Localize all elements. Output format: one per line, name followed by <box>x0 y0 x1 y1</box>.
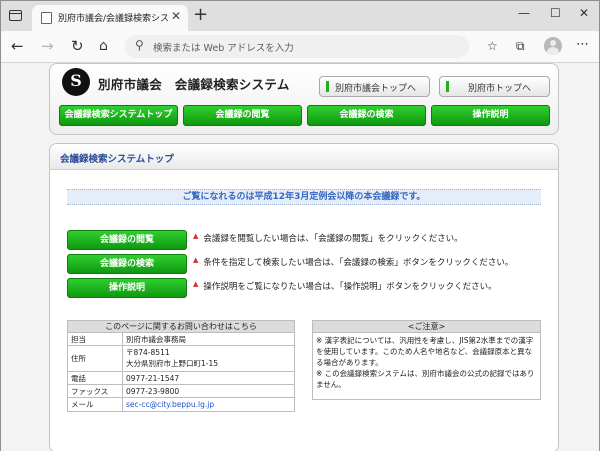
search-records-button[interactable]: 会議録の検索 <box>67 254 187 274</box>
page-viewport: S 別府市議会 会議録検索システム 別府市議会トップへ 別府市トップへ 会議録検… <box>1 63 599 451</box>
search-description: ▲ 条件を指定して検索したい場合は、「会議録の検索」ボタンをクリックください。 <box>193 256 514 268</box>
search-icon: ⚲ <box>135 38 144 52</box>
favorites-icon[interactable]: ☆ <box>487 39 498 53</box>
table-row: 住所 〒874-8511 大分県別府市上野口町1-15 <box>68 346 294 372</box>
browse-records-button[interactable]: 会議録の閲覧 <box>67 230 187 250</box>
tab-title: 別府市議会/会議録検索システム <box>58 14 170 24</box>
back-icon[interactable]: ← <box>11 36 24 56</box>
table-row: ファックス 0977-23-9800 <box>68 385 294 398</box>
help-button[interactable]: 操作説明 <box>67 278 187 298</box>
site-header: S 別府市議会 会議録検索システム 別府市議会トップへ 別府市トップへ 会議録検… <box>49 63 559 135</box>
site-title: 別府市議会 会議録検索システム <box>98 77 290 92</box>
table-row: 電話 0977-21-1547 <box>68 372 294 385</box>
bullet-mark-icon: ▲ <box>193 232 199 240</box>
city-top-link[interactable]: 別府市トップへ <box>439 76 550 97</box>
city-logo-icon: S <box>62 68 90 96</box>
email-link[interactable]: sec-cc@city.beppu.lg.jp <box>126 400 214 409</box>
contact-table: このページに関するお問い合わせはこちら 担当 別府市議会事務局 住所 〒874-… <box>67 320 295 412</box>
maximize-icon[interactable]: ☐ <box>550 6 561 20</box>
help-description: ▲ 操作説明をご覧になりたい場合は、「操作説明」ボタンをクリックください。 <box>193 280 497 292</box>
navigation-bar: ← → ↻ ⌂ ⚲ 検索または Web アドレスを入力 ☆ ⧉ ⋯ <box>1 31 599 63</box>
browser-window: 別府市議会/会議録検索システム ✕ + — ☐ ✕ ← → ↻ ⌂ ⚲ 検索また… <box>0 0 600 451</box>
table-row: 担当 別府市議会事務局 <box>68 333 294 346</box>
reload-icon[interactable]: ↻ <box>71 36 84 56</box>
section-header: 会議録検索システムトップ <box>50 144 558 170</box>
new-tab-icon[interactable]: + <box>193 5 208 25</box>
menu-search-button[interactable]: 会議録の検索 <box>307 105 426 126</box>
address-input[interactable]: 検索または Web アドレスを入力 <box>153 40 294 54</box>
menu-system-top-button[interactable]: 会議録検索システムトップ <box>59 105 178 126</box>
more-menu-icon[interactable]: ⋯ <box>576 37 590 52</box>
caution-title: <ご注意> <box>313 321 540 333</box>
menu-browse-button[interactable]: 会議録の閲覧 <box>183 105 302 126</box>
caution-body: ※ 漢字表記については、汎用性を考慮し、JIS第2水準までの漢字を使用しています… <box>316 336 535 389</box>
browse-description: ▲ 会議録を閲覧したい場合は、「会議録の閲覧」をクリックください。 <box>193 232 463 244</box>
bullet-mark-icon: ▲ <box>193 280 199 288</box>
table-row: メール sec-cc@city.beppu.lg.jp <box>68 398 294 411</box>
section-title: 会議録検索システムトップ <box>60 154 174 165</box>
forward-icon[interactable]: → <box>41 36 54 56</box>
tab-bar: 別府市議会/会議録検索システム ✕ + — ☐ ✕ <box>1 1 599 31</box>
caution-box: <ご注意> ※ 漢字表記については、汎用性を考慮し、JIS第2水準までの漢字を使… <box>312 320 541 400</box>
tab-active[interactable]: 別府市議会/会議録検索システム ✕ <box>32 5 188 31</box>
address-bar[interactable]: ⚲ 検索または Web アドレスを入力 <box>125 35 469 58</box>
main-panel: 会議録検索システムトップ ご覧になれるのは平成12年3月定例会以降の本会議録です… <box>49 143 559 451</box>
collections-icon[interactable]: ⧉ <box>516 39 525 54</box>
close-tab-icon[interactable]: ✕ <box>171 9 181 23</box>
home-icon[interactable]: ⌂ <box>99 36 108 56</box>
profile-avatar[interactable] <box>544 37 562 55</box>
minimize-icon[interactable]: — <box>518 6 530 20</box>
contact-title: このページに関するお問い合わせはこちら <box>68 321 294 333</box>
menu-help-button[interactable]: 操作説明 <box>431 105 550 126</box>
bullet-mark-icon: ▲ <box>193 256 199 264</box>
council-top-link[interactable]: 別府市議会トップへ <box>319 76 430 97</box>
availability-notice: ご覧になれるのは平成12年3月定例会以降の本会議録です。 <box>67 189 541 205</box>
page-favicon-icon <box>41 12 52 24</box>
tab-actions-icon[interactable] <box>9 10 22 21</box>
close-window-icon[interactable]: ✕ <box>579 6 589 20</box>
